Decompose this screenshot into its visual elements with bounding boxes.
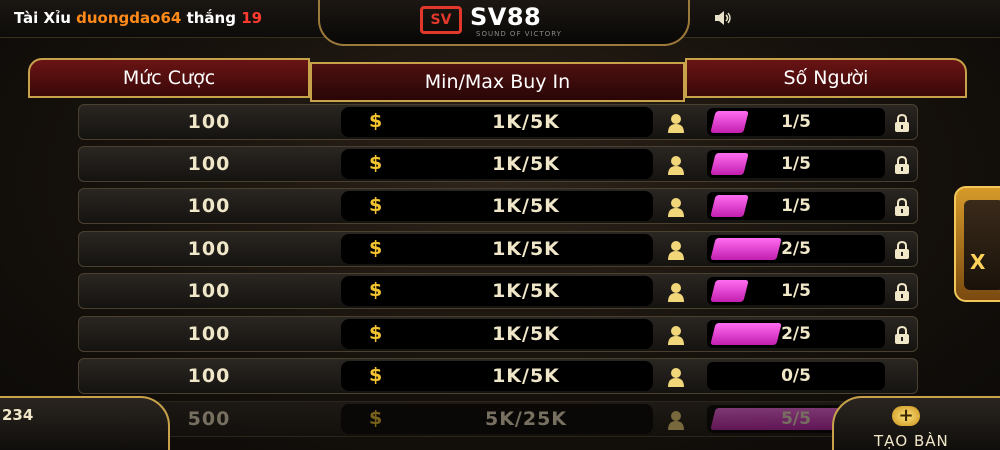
sound-icon[interactable]	[713, 10, 733, 26]
dollar-icon: $	[369, 152, 383, 174]
person-icon	[668, 114, 684, 133]
create-table-button[interactable]: + TẠO BÀN	[832, 396, 1000, 450]
table-row[interactable]: 100 $ 1K/5K 0/5	[78, 358, 918, 394]
dollar-icon: $	[369, 237, 383, 259]
row-buyin: 1K/5K	[492, 280, 560, 302]
dollar-icon: $	[369, 407, 383, 429]
row-buyin-box: $ 5K/25K	[341, 404, 653, 434]
row-buyin: 5K/25K	[484, 408, 568, 430]
header-stake[interactable]: Mức Cược	[28, 58, 310, 98]
row-buyin-box: $ 1K/5K	[341, 319, 653, 349]
side-card-letter: X	[970, 250, 986, 274]
dollar-icon: $	[369, 364, 383, 386]
person-icon	[668, 156, 684, 175]
logo-badge-icon: SV	[420, 6, 462, 34]
person-icon	[668, 198, 684, 217]
table-row[interactable]: 100 $ 1K/5K 1/5	[78, 273, 918, 309]
dollar-icon: $	[369, 110, 383, 132]
player-count-box: 0/5	[707, 362, 885, 390]
row-buyin: 1K/5K	[492, 238, 560, 260]
logo-panel: SV SV88 SOUND OF VICTORY	[318, 0, 690, 46]
row-stake: 100	[187, 365, 231, 387]
player-count: 1/5	[781, 196, 811, 216]
lock-icon	[895, 282, 909, 301]
win-ticker: Tài Xỉu duongdao64 thắng 19	[14, 9, 319, 27]
lock-icon	[895, 197, 909, 216]
table-row[interactable]: 100 $ 1K/5K 2/5	[78, 316, 918, 352]
player-count-box: 2/5	[707, 235, 885, 263]
table-row[interactable]: 100 $ 1K/5K 1/5	[78, 146, 918, 182]
row-buyin-box: $ 1K/5K	[341, 107, 653, 137]
plus-icon: +	[892, 406, 920, 426]
brand-name: SV88	[470, 3, 542, 31]
ticker-game: Tài Xỉu	[14, 9, 71, 27]
side-game-card[interactable]: X	[954, 186, 1000, 302]
row-stake: 100	[187, 195, 231, 217]
player-count-box: 1/5	[707, 192, 885, 220]
dollar-icon: $	[369, 322, 383, 344]
ticker-amount: 19	[241, 9, 263, 27]
row-stake: 100	[187, 238, 231, 260]
player-count: 2/5	[781, 239, 811, 259]
dollar-icon: $	[369, 194, 383, 216]
table-row[interactable]: 100 $ 1K/5K 2/5	[78, 231, 918, 267]
row-stake: 100	[187, 280, 231, 302]
player-count: 2/5	[781, 324, 811, 344]
player-count: 1/5	[781, 154, 811, 174]
row-buyin: 1K/5K	[492, 111, 560, 133]
person-icon	[668, 283, 684, 302]
brand-tagline: SOUND OF VICTORY	[476, 30, 562, 38]
header-buyin[interactable]: Min/Max Buy In	[310, 62, 685, 102]
create-table-label: TẠO BÀN	[874, 432, 949, 450]
player-count-box: 1/5	[707, 108, 885, 136]
header-players[interactable]: Số Người	[685, 58, 967, 98]
person-icon	[668, 326, 684, 345]
table-row[interactable]: 100 $ 1K/5K 1/5	[78, 188, 918, 224]
card-art-icon	[964, 200, 1000, 290]
balance-value: 234	[2, 406, 34, 424]
row-stake: 100	[187, 153, 231, 175]
row-buyin: 1K/5K	[492, 195, 560, 217]
player-count: 0/5	[781, 366, 811, 386]
row-buyin: 1K/5K	[492, 323, 560, 345]
row-buyin: 1K/5K	[492, 153, 560, 175]
row-buyin: 1K/5K	[492, 365, 560, 387]
row-buyin-box: $ 1K/5K	[341, 234, 653, 264]
player-count: 1/5	[781, 281, 811, 301]
lock-icon	[895, 155, 909, 174]
player-count-box: 1/5	[707, 150, 885, 178]
row-buyin-box: $ 1K/5K	[341, 276, 653, 306]
dollar-icon: $	[369, 279, 383, 301]
table-row[interactable]: 500 $ 5K/25K 5/5	[78, 401, 918, 437]
player-count-box: 1/5	[707, 277, 885, 305]
lock-icon	[895, 240, 909, 259]
ticker-user: duongdao64	[76, 9, 182, 27]
balance-panel: 234	[0, 396, 170, 450]
row-buyin-box: $ 1K/5K	[341, 191, 653, 221]
row-stake: 100	[187, 111, 231, 133]
person-icon	[668, 411, 684, 430]
row-buyin-box: $ 1K/5K	[341, 149, 653, 179]
row-stake: 100	[187, 323, 231, 345]
row-buyin-box: $ 1K/5K	[341, 361, 653, 391]
lock-icon	[895, 325, 909, 344]
person-icon	[668, 368, 684, 387]
player-count-box: 2/5	[707, 320, 885, 348]
ticker-action: thắng	[186, 9, 236, 27]
person-icon	[668, 241, 684, 260]
player-count: 1/5	[781, 112, 811, 132]
lock-icon	[895, 113, 909, 132]
table-row[interactable]: 100 $ 1K/5K 1/5	[78, 104, 918, 140]
